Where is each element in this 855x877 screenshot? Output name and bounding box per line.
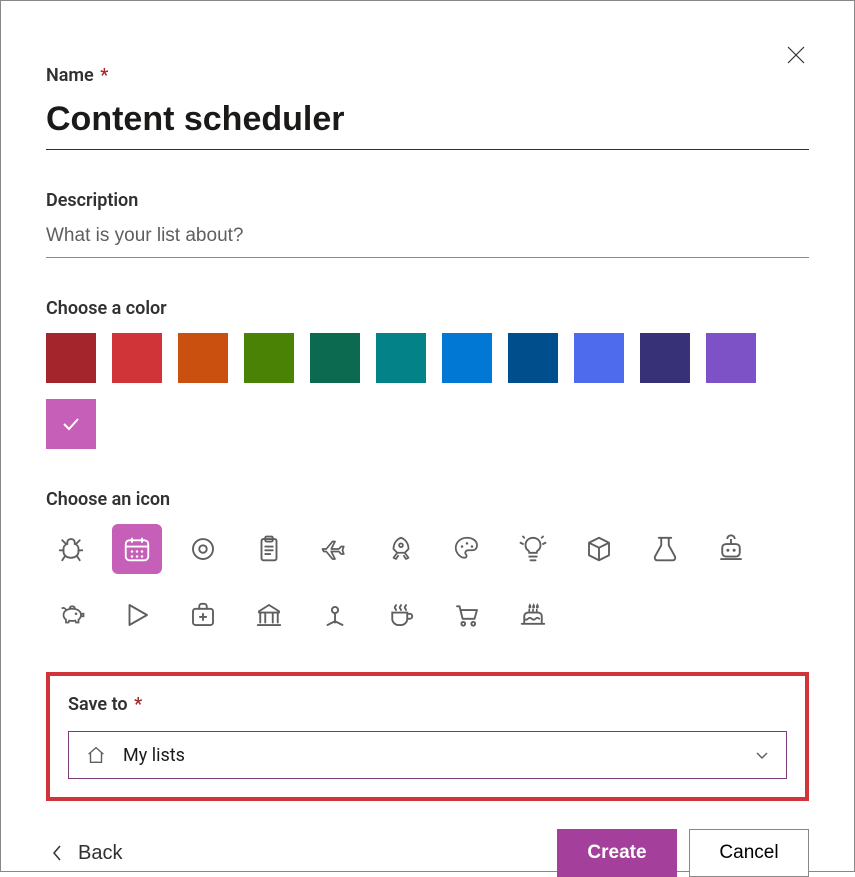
icon-option-airplane[interactable] bbox=[310, 524, 360, 574]
medical-icon bbox=[188, 600, 218, 630]
choose-icon-label: Choose an icon bbox=[46, 489, 809, 510]
color-swatch-blue[interactable] bbox=[442, 333, 492, 383]
color-swatch-green[interactable] bbox=[244, 333, 294, 383]
description-input[interactable] bbox=[46, 221, 809, 258]
mappin-icon bbox=[320, 600, 350, 630]
robot-icon bbox=[716, 534, 746, 564]
name-label: Name * bbox=[46, 65, 809, 86]
required-mark: * bbox=[100, 65, 108, 86]
icon-option-coffee[interactable] bbox=[376, 590, 426, 640]
chevron-left-icon bbox=[50, 843, 64, 863]
beaker-icon bbox=[650, 534, 680, 564]
choose-icon-section: Choose an icon bbox=[46, 489, 809, 640]
icon-option-bug[interactable] bbox=[46, 524, 96, 574]
lightbulb-icon bbox=[518, 534, 548, 564]
clipboard-icon bbox=[254, 534, 284, 564]
icon-option-cake[interactable] bbox=[508, 590, 558, 640]
description-section: Description bbox=[46, 190, 809, 258]
save-to-label: Save to * bbox=[68, 694, 787, 715]
description-label: Description bbox=[46, 190, 809, 211]
coffee-icon bbox=[386, 600, 416, 630]
icon-option-rocket[interactable] bbox=[376, 524, 426, 574]
close-button[interactable] bbox=[780, 39, 812, 71]
color-swatch-dark-red[interactable] bbox=[46, 333, 96, 383]
save-to-select[interactable]: My lists bbox=[68, 731, 787, 779]
target-icon bbox=[188, 534, 218, 564]
icon-option-bank[interactable] bbox=[244, 590, 294, 640]
icon-option-robot[interactable] bbox=[706, 524, 756, 574]
icon-option-piggybank[interactable] bbox=[46, 590, 96, 640]
piggybank-icon bbox=[56, 600, 86, 630]
palette-icon bbox=[452, 534, 482, 564]
calendar-icon bbox=[122, 534, 152, 564]
choose-color-section: Choose a color bbox=[46, 298, 809, 449]
cancel-button[interactable]: Cancel bbox=[689, 829, 809, 877]
bank-icon bbox=[254, 600, 284, 630]
icon-option-clipboard[interactable] bbox=[244, 524, 294, 574]
icon-grid bbox=[46, 524, 809, 640]
choose-color-label: Choose a color bbox=[46, 298, 809, 319]
color-swatch-teal[interactable] bbox=[376, 333, 426, 383]
cube-icon bbox=[584, 534, 614, 564]
icon-option-beaker[interactable] bbox=[640, 524, 690, 574]
name-input[interactable] bbox=[46, 96, 809, 150]
color-swatch-dark-blue[interactable] bbox=[508, 333, 558, 383]
icon-option-lightbulb[interactable] bbox=[508, 524, 558, 574]
icon-option-cube[interactable] bbox=[574, 524, 624, 574]
create-button[interactable]: Create bbox=[557, 829, 677, 877]
create-list-dialog: Name * Description Choose a color Choose… bbox=[1, 1, 854, 871]
cake-icon bbox=[518, 600, 548, 630]
icon-option-target[interactable] bbox=[178, 524, 228, 574]
color-swatch-pink[interactable] bbox=[46, 399, 96, 449]
checkmark-icon bbox=[59, 412, 83, 436]
color-swatch-navy[interactable] bbox=[640, 333, 690, 383]
color-swatch-red[interactable] bbox=[112, 333, 162, 383]
dialog-footer: Back Create Cancel bbox=[46, 801, 809, 877]
play-icon bbox=[122, 600, 152, 630]
bug-icon bbox=[56, 534, 86, 564]
required-mark: * bbox=[134, 694, 142, 715]
rocket-icon bbox=[386, 534, 416, 564]
color-swatch-purple[interactable] bbox=[706, 333, 756, 383]
close-icon bbox=[787, 46, 805, 64]
back-button[interactable]: Back bbox=[46, 836, 126, 871]
color-swatch-row bbox=[46, 333, 809, 449]
save-to-region: Save to * My lists bbox=[46, 672, 809, 801]
icon-option-medical[interactable] bbox=[178, 590, 228, 640]
color-swatch-dark-green[interactable] bbox=[310, 333, 360, 383]
home-icon bbox=[85, 744, 107, 766]
chevron-down-icon bbox=[754, 747, 770, 763]
back-label: Back bbox=[78, 842, 122, 865]
name-section: Name * bbox=[46, 65, 809, 150]
icon-option-cart[interactable] bbox=[442, 590, 492, 640]
cart-icon bbox=[452, 600, 482, 630]
color-swatch-indigo[interactable] bbox=[574, 333, 624, 383]
save-to-selected-text: My lists bbox=[123, 745, 738, 766]
icon-option-play[interactable] bbox=[112, 590, 162, 640]
icon-option-calendar[interactable] bbox=[112, 524, 162, 574]
color-swatch-orange[interactable] bbox=[178, 333, 228, 383]
airplane-icon bbox=[320, 534, 350, 564]
icon-option-palette[interactable] bbox=[442, 524, 492, 574]
icon-option-mappin[interactable] bbox=[310, 590, 360, 640]
